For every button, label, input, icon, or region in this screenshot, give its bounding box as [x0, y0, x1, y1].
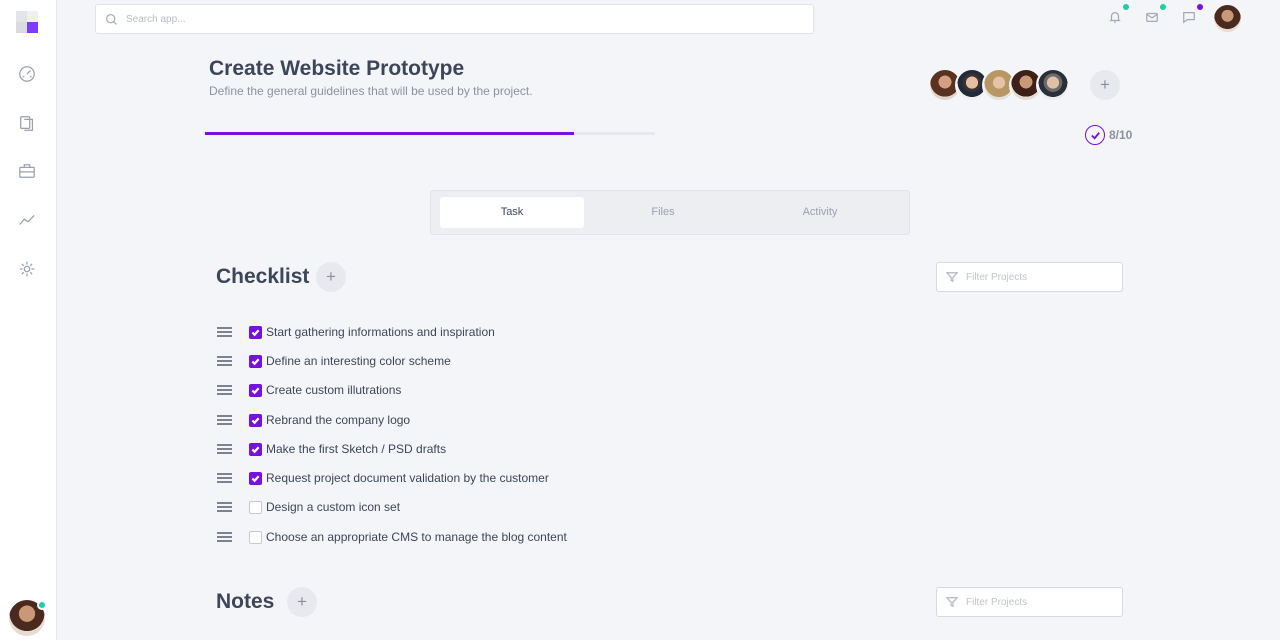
- filter-funnel-icon: [946, 597, 958, 608]
- checklist-checkbox[interactable]: [249, 383, 262, 397]
- drag-handle-icon[interactable]: [217, 444, 232, 454]
- drag-handle-icon[interactable]: [217, 327, 232, 337]
- notes-title: Notes: [216, 590, 275, 613]
- briefcase-icon[interactable]: [16, 160, 38, 182]
- notes-filter: [936, 587, 1123, 617]
- notification-dot: [1123, 4, 1129, 10]
- drag-handle-icon[interactable]: [217, 415, 232, 425]
- drag-handle-icon[interactable]: [217, 532, 232, 542]
- analytics-icon[interactable]: [16, 209, 38, 231]
- checklist-item-label: Rebrand the company logo: [266, 413, 411, 427]
- dashboard-icon[interactable]: [16, 63, 38, 85]
- checkmark-icon: [251, 387, 260, 394]
- mail-dot: [1160, 4, 1166, 10]
- drag-handle-icon[interactable]: [217, 473, 232, 483]
- chat-dot: [1197, 4, 1203, 10]
- online-status-dot: [37, 600, 47, 610]
- notes-filter-input[interactable]: [966, 596, 1116, 608]
- checklist-item: Request project document validation by t…: [217, 468, 549, 488]
- project-subtitle: Define the general guidelines that will …: [209, 84, 533, 98]
- tab-bar: Task Files Activity: [430, 190, 910, 235]
- checklist-checkbox[interactable]: [249, 442, 262, 456]
- user-profile-avatar[interactable]: [1214, 5, 1241, 32]
- checklist-item-label: Design a custom icon set: [266, 500, 401, 514]
- check-circle-icon: [1085, 125, 1105, 145]
- checklist-item: Define an interesting color scheme: [217, 351, 451, 371]
- drag-handle-icon[interactable]: [217, 356, 232, 366]
- checklist-item-label: Request project document validation by t…: [266, 471, 549, 485]
- app-logo[interactable]: [16, 11, 38, 33]
- checkmark-icon: [251, 417, 260, 424]
- drag-handle-icon[interactable]: [217, 385, 232, 395]
- tab-activity[interactable]: Activity: [748, 197, 892, 228]
- project-progress-bar: [205, 132, 655, 135]
- checkmark-icon: [251, 329, 260, 336]
- checklist-item-label: Make the first Sketch / PSD drafts: [266, 442, 447, 456]
- checklist-item-label: Create custom illutrations: [266, 383, 402, 397]
- checklist-checkbox[interactable]: [249, 325, 262, 339]
- search-icon: [105, 13, 117, 25]
- checkmark-icon: [251, 358, 260, 365]
- checkmark-icon: [251, 475, 260, 482]
- search-bar: [95, 4, 814, 34]
- task-completion-count: 8/10: [1085, 125, 1132, 145]
- chat-icon[interactable]: [1182, 4, 1203, 26]
- mail-icon[interactable]: [1145, 4, 1166, 26]
- checklist-item: Design a custom icon set: [217, 497, 400, 517]
- checklist-item-label: Start gathering informations and inspira…: [266, 325, 495, 339]
- tab-task[interactable]: Task: [440, 197, 584, 228]
- checklist-item-label: Define an interesting color scheme: [266, 354, 451, 368]
- sidebar: [0, 0, 57, 640]
- checklist-title: Checklist: [216, 265, 310, 288]
- checklist-filter-input[interactable]: [966, 271, 1116, 283]
- filter-funnel-icon: [946, 272, 958, 283]
- checklist-filter: [936, 262, 1123, 292]
- add-note-button[interactable]: +: [287, 587, 317, 617]
- add-checklist-item-button[interactable]: +: [316, 262, 346, 292]
- checklist-item-label: Choose an appropriate CMS to manage the …: [266, 530, 567, 544]
- documents-icon[interactable]: [16, 112, 38, 134]
- drag-handle-icon[interactable]: [217, 502, 232, 512]
- add-member-button[interactable]: +: [1090, 70, 1120, 100]
- checklist-checkbox[interactable]: [249, 500, 262, 514]
- checkmark-icon: [251, 446, 260, 453]
- checklist-checkbox[interactable]: [249, 471, 262, 485]
- search-input[interactable]: [126, 13, 726, 25]
- checklist-item: Make the first Sketch / PSD drafts: [217, 439, 446, 459]
- project-title: Create Website Prototype: [209, 57, 465, 80]
- checklist-item: Rebrand the company logo: [217, 410, 410, 430]
- settings-gear-icon[interactable]: [16, 258, 38, 280]
- team-member-avatar[interactable]: [1036, 68, 1070, 102]
- team-members: [928, 68, 1070, 102]
- tasks-done-text: 8/10: [1109, 128, 1133, 142]
- checklist-checkbox[interactable]: [249, 413, 262, 427]
- checklist-item: Create custom illutrations: [217, 380, 401, 400]
- checklist-checkbox[interactable]: [249, 530, 262, 544]
- checklist-item: Start gathering informations and inspira…: [217, 322, 495, 342]
- notifications-bell-icon[interactable]: [1108, 4, 1129, 26]
- sidebar-user-avatar[interactable]: [9, 600, 47, 636]
- checklist-checkbox[interactable]: [249, 354, 262, 368]
- tab-files[interactable]: Files: [591, 197, 735, 228]
- checklist-item: Choose an appropriate CMS to manage the …: [217, 527, 567, 547]
- project-progress-fill: [205, 132, 574, 135]
